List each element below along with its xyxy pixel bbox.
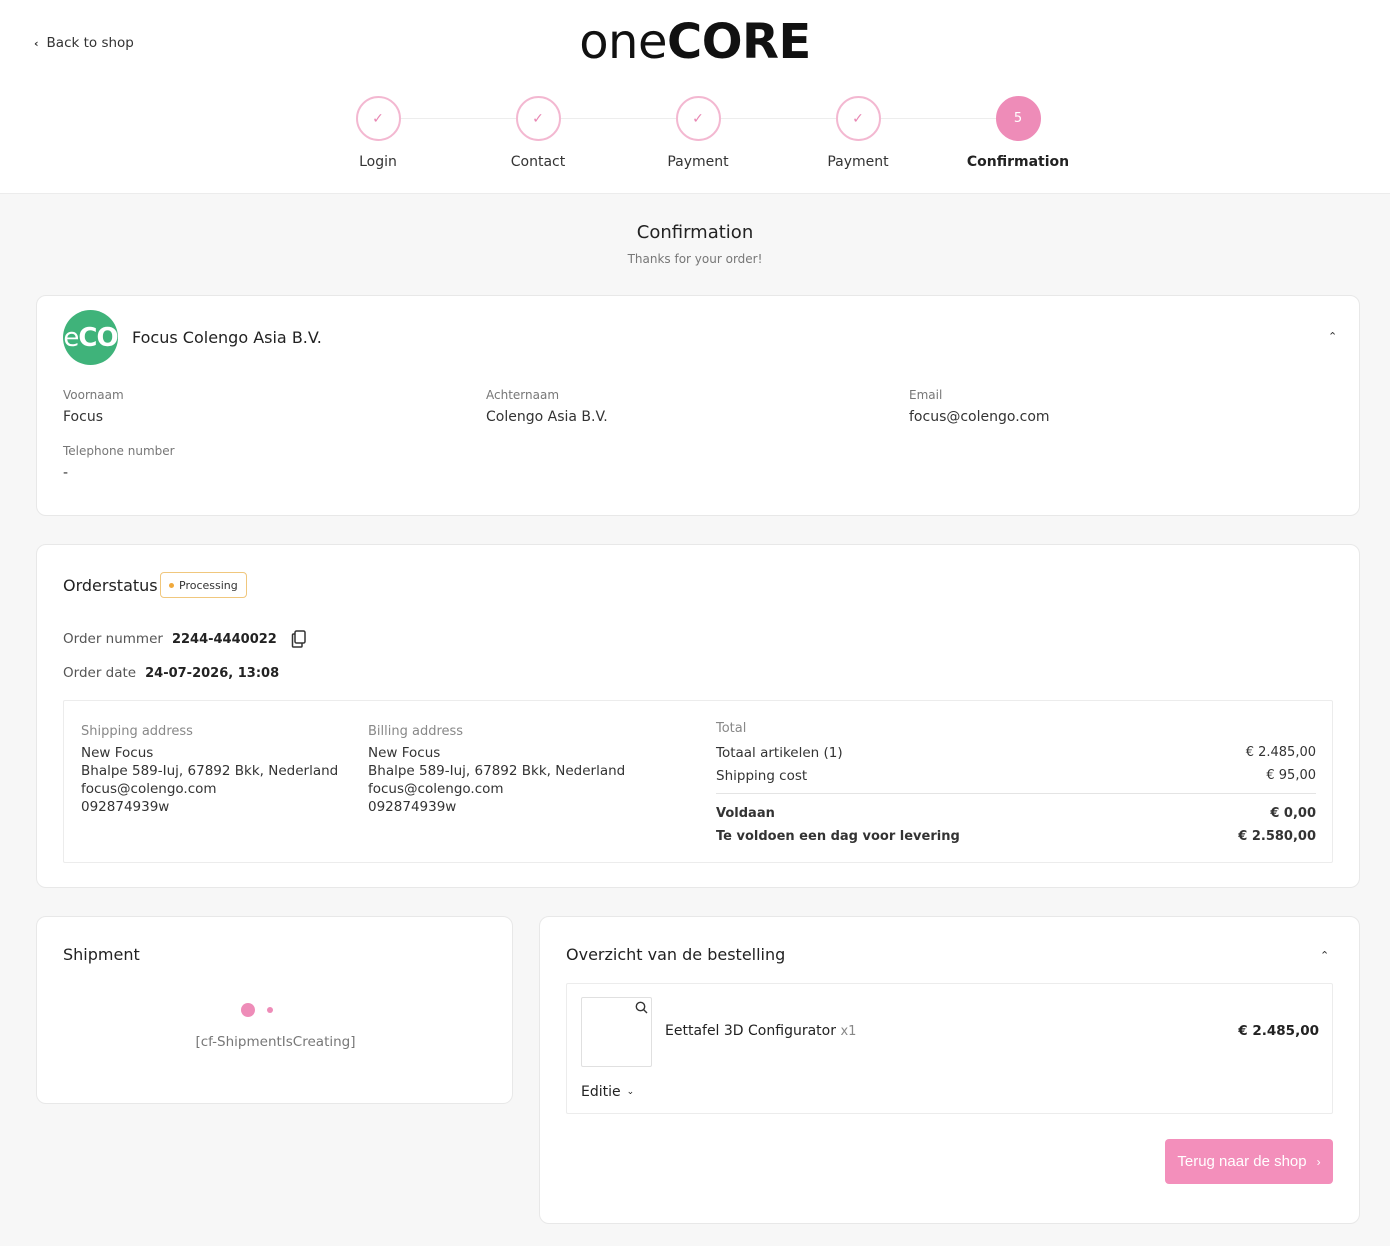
chevron-up-icon[interactable]: ⌃ bbox=[1328, 330, 1337, 343]
orderstatus-title: Orderstatus bbox=[63, 576, 158, 595]
loading-dot bbox=[241, 1003, 255, 1017]
step-payment[interactable]: ✓ Payment bbox=[618, 96, 778, 170]
order-date: 24-07-2026, 13:08 bbox=[145, 665, 280, 681]
step-number: 5 bbox=[995, 96, 1041, 141]
order-date-label: Order date bbox=[63, 665, 137, 681]
status-label: Processing bbox=[179, 578, 238, 592]
shipping-cost-row: Shipping cost € 95,00 bbox=[716, 767, 1316, 784]
step-label: Contact bbox=[510, 154, 566, 170]
checkout-stepper: ✓ Login ✓ Contact ✓ Payment ✓ Payment 5 … bbox=[298, 96, 1098, 186]
product-item: Eettafel 3D Configurator x1 € 2.485,00 E… bbox=[566, 983, 1333, 1114]
status-dot-icon bbox=[169, 582, 174, 588]
shipment-card: Shipment [cf-ShipmentIsCreating] bbox=[36, 916, 513, 1104]
search-icon[interactable] bbox=[635, 1001, 648, 1014]
check-icon: ✓ bbox=[835, 96, 881, 141]
step-confirmation: 5 Confirmation bbox=[938, 96, 1098, 170]
check-icon: ✓ bbox=[675, 96, 721, 141]
avatar: e CO bbox=[63, 310, 118, 365]
chevron-right-icon: › bbox=[1316, 1154, 1321, 1169]
phone-field: Telephone number - bbox=[63, 444, 175, 481]
step-label: Payment bbox=[667, 154, 729, 170]
page-title: Confirmation bbox=[636, 222, 754, 243]
last-name-field: Achternaam Colengo Asia B.V. bbox=[486, 388, 608, 425]
customer-card: e CO Focus Colengo Asia B.V. ⌃ Voornaam F… bbox=[36, 295, 1360, 516]
back-to-shop-button[interactable]: Terug naar de shop › bbox=[1165, 1139, 1333, 1184]
step-label: Login bbox=[359, 154, 397, 170]
order-date-row: Order date 24-07-2026, 13:08 bbox=[63, 665, 279, 681]
header: ‹ Back to shop oneCORE ✓ Login ✓ Contact… bbox=[0, 0, 1390, 194]
shipment-title: Shipment bbox=[63, 945, 140, 964]
order-number: 2244-4440022 bbox=[171, 631, 277, 647]
check-icon: ✓ bbox=[355, 96, 401, 141]
step-login[interactable]: ✓ Login bbox=[298, 96, 458, 170]
order-overview-card: Overzicht van de bestelling ⌃ Eettafel 3… bbox=[539, 916, 1360, 1224]
product-thumbnail[interactable] bbox=[581, 997, 652, 1067]
email-field: Email focus@colengo.com bbox=[909, 388, 1050, 425]
total-label: Total bbox=[716, 721, 747, 736]
step-label: Confirmation bbox=[966, 154, 1070, 170]
first-name-field: Voornaam Focus bbox=[63, 388, 124, 425]
copy-icon[interactable] bbox=[291, 630, 307, 648]
address-box: Shipping address New Focus Bhalpe 589-Iu… bbox=[63, 700, 1333, 863]
paid-row: Voldaan € 0,00 bbox=[716, 806, 1316, 821]
order-number-row: Order nummer 2244-4440022 bbox=[63, 630, 307, 648]
check-icon: ✓ bbox=[515, 96, 561, 141]
totals-divider bbox=[716, 793, 1316, 794]
customer-name: Focus Colengo Asia B.V. bbox=[132, 328, 322, 347]
loading-indicator bbox=[241, 1003, 273, 1017]
loading-dot bbox=[267, 1007, 273, 1013]
page-heading: Confirmation Thanks for your order! bbox=[0, 222, 1390, 266]
order-card: Orderstatus Processing Order nummer 2244… bbox=[36, 544, 1360, 888]
due-row: Te voldoen een dag voor levering € 2.580… bbox=[716, 829, 1316, 844]
order-number-label: Order nummer bbox=[63, 631, 163, 647]
shipment-status-text: [cf-ShipmentIsCreating] bbox=[195, 1034, 356, 1050]
chevron-down-icon: ⌄ bbox=[626, 1087, 635, 1097]
product-name: Eettafel 3D Configurator x1 bbox=[665, 1023, 857, 1039]
step-contact[interactable]: ✓ Contact bbox=[458, 96, 618, 170]
product-quantity: x1 bbox=[840, 1024, 857, 1039]
shipping-address: Shipping address New Focus Bhalpe 589-Iu… bbox=[81, 724, 339, 815]
billing-address: Billing address New Focus Bhalpe 589-Iuj… bbox=[368, 724, 626, 815]
chevron-up-icon[interactable]: ⌃ bbox=[1320, 949, 1329, 962]
status-badge: Processing bbox=[160, 572, 247, 598]
order-totals: Total Totaal artikelen (1) € 2.485,00 Sh… bbox=[716, 721, 1316, 848]
editie-toggle[interactable]: Editie ⌄ bbox=[581, 1084, 634, 1100]
step-payment-2[interactable]: ✓ Payment bbox=[778, 96, 938, 170]
overview-title: Overzicht van de bestelling bbox=[566, 945, 786, 964]
page-subtitle: Thanks for your order! bbox=[627, 252, 763, 266]
step-label: Payment bbox=[827, 154, 889, 170]
items-total-row: Totaal artikelen (1) € 2.485,00 bbox=[716, 744, 1316, 761]
product-price: € 2.485,00 bbox=[1238, 1023, 1319, 1039]
logo: oneCORE bbox=[579, 14, 811, 70]
